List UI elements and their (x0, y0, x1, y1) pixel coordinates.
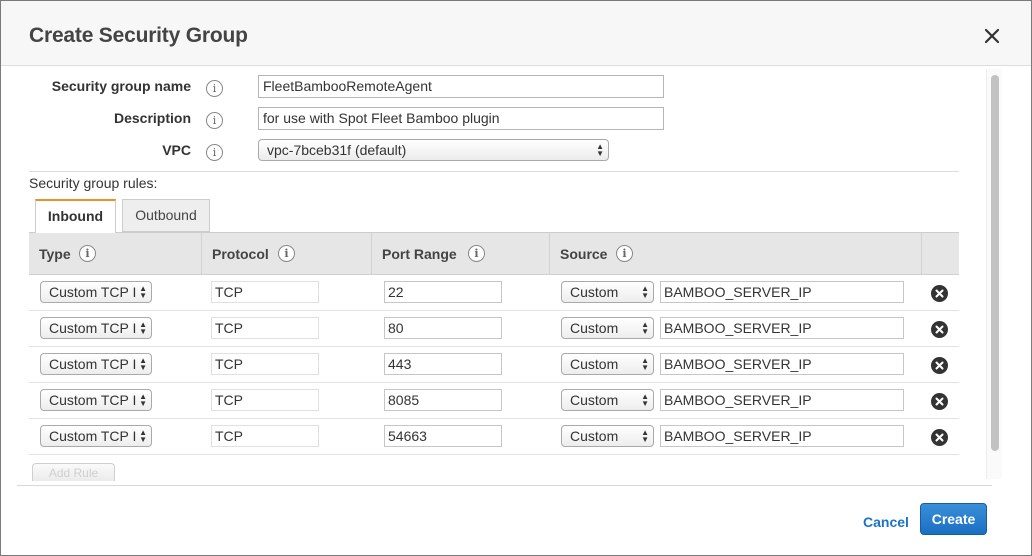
rule-source-type-value: Custom (570, 428, 619, 444)
remove-rule-icon[interactable] (931, 429, 948, 446)
add-rule-button[interactable]: Add Rule (32, 463, 115, 481)
dialog-title: Create Security Group (29, 24, 248, 47)
rule-source-input[interactable]: BAMBOO_SERVER_IP (660, 317, 904, 339)
remove-rule-icon[interactable] (931, 393, 948, 410)
rule-type-select[interactable]: Custom TCP I ▲ ▼ (40, 425, 152, 447)
info-icon[interactable]: i (468, 245, 485, 262)
create-button[interactable]: Create (920, 503, 987, 535)
table-row: Custom TCP I ▲ ▼ TCP 22 Custom ▲ ▼ BAMBOO_SERVER… (29, 275, 959, 311)
rule-source-select[interactable]: Custom ▲ ▼ (561, 389, 654, 411)
info-icon[interactable]: i (79, 245, 96, 262)
rule-type-value: Custom TCP I (49, 284, 137, 300)
rule-source-select[interactable]: Custom ▲ ▼ (561, 425, 654, 447)
footer-divider (17, 485, 992, 486)
vpc-label: VPC (162, 142, 191, 158)
select-arrows-icon: ▲ ▼ (139, 284, 147, 300)
remove-rule-icon[interactable] (931, 285, 948, 302)
rule-source-select[interactable]: Custom ▲ ▼ (561, 353, 654, 375)
rule-source-type-value: Custom (570, 320, 619, 336)
description-input[interactable]: for use with Spot Fleet Bamboo plugin (258, 107, 664, 130)
info-icon[interactable]: i (616, 245, 633, 262)
rule-type-value: Custom TCP I (49, 320, 137, 336)
column-header-type-label: Type (39, 246, 71, 262)
scrollbar[interactable] (986, 69, 1002, 479)
section-divider (29, 171, 959, 172)
rule-type-value: Custom TCP I (49, 392, 137, 408)
table-row: Custom TCP I ▲ ▼ TCP 54663 Custom ▲ ▼ BAMBOO_SER… (29, 419, 959, 455)
dialog-header: Create Security Group (1, 1, 1031, 66)
rule-protocol-field: TCP (211, 389, 319, 411)
rule-source-type-value: Custom (570, 392, 619, 408)
table-row: Custom TCP I ▲ ▼ TCP 443 Custom ▲ ▼ BAMBOO_SERVE… (29, 347, 959, 383)
rule-protocol-field: TCP (211, 425, 319, 447)
rule-type-select[interactable]: Custom TCP I ▲ ▼ (40, 317, 152, 339)
scrollbar-thumb[interactable] (991, 75, 999, 451)
security-group-name-label: Security group name (51, 78, 191, 94)
column-header-protocol: Protocol i (201, 233, 371, 275)
info-icon[interactable]: i (206, 144, 223, 161)
vpc-select-value: vpc-7bceb31f (default) (267, 142, 407, 158)
rules-table-header: Type i Protocol i Port Range i Source i (29, 232, 959, 275)
rule-port-range-input[interactable]: 22 (384, 281, 502, 303)
rule-type-value: Custom TCP I (49, 428, 137, 444)
select-arrows-icon: ▲ ▼ (596, 142, 604, 158)
rule-source-input[interactable]: BAMBOO_SERVER_IP (660, 353, 904, 375)
select-arrows-icon: ▲ ▼ (641, 428, 649, 444)
description-label: Description (113, 110, 191, 126)
rule-type-select[interactable]: Custom TCP I ▲ ▼ (40, 389, 152, 411)
column-header-source-label: Source (560, 246, 608, 262)
select-arrows-icon: ▲ ▼ (139, 320, 147, 336)
rule-source-input[interactable]: BAMBOO_SERVER_IP (660, 389, 904, 411)
table-row: Custom TCP I ▲ ▼ TCP 80 Custom ▲ ▼ BAMBOO_SERVER… (29, 311, 959, 347)
close-icon[interactable] (981, 25, 1003, 47)
security-group-name-input[interactable]: FleetBambooRemoteAgent (258, 75, 664, 98)
column-header-port-range: Port Range i (371, 233, 549, 275)
column-header-protocol-label: Protocol (212, 246, 269, 262)
remove-rule-icon[interactable] (931, 321, 948, 338)
rule-port-range-input[interactable]: 80 (384, 317, 502, 339)
security-group-rules-label: Security group rules: (29, 175, 158, 191)
rule-type-value: Custom TCP I (49, 356, 137, 372)
tab-inbound[interactable]: Inbound (35, 199, 116, 233)
rule-type-select[interactable]: Custom TCP I ▲ ▼ (40, 281, 152, 303)
cancel-button[interactable]: Cancel (863, 514, 909, 530)
vpc-select[interactable]: vpc-7bceb31f (default) ▲ ▼ (258, 139, 609, 161)
select-arrows-icon: ▲ ▼ (139, 392, 147, 408)
column-header-source: Source i (549, 233, 921, 275)
rule-port-range-input[interactable]: 8085 (384, 389, 502, 411)
table-row: Custom TCP I ▲ ▼ TCP 8085 Custom ▲ ▼ BAMBOO_SERV… (29, 383, 959, 419)
select-arrows-icon: ▲ ▼ (139, 428, 147, 444)
rule-type-select[interactable]: Custom TCP I ▲ ▼ (40, 353, 152, 375)
column-header-actions (921, 233, 959, 275)
rule-source-type-value: Custom (570, 356, 619, 372)
remove-rule-icon[interactable] (931, 357, 948, 374)
rule-protocol-field: TCP (211, 281, 319, 303)
rule-protocol-field: TCP (211, 353, 319, 375)
rule-source-input[interactable]: BAMBOO_SERVER_IP (660, 425, 904, 447)
rule-source-select[interactable]: Custom ▲ ▼ (561, 281, 654, 303)
column-header-type: Type i (29, 233, 201, 275)
rule-protocol-field: TCP (211, 317, 319, 339)
rule-source-select[interactable]: Custom ▲ ▼ (561, 317, 654, 339)
select-arrows-icon: ▲ ▼ (641, 392, 649, 408)
rule-port-range-input[interactable]: 443 (384, 353, 502, 375)
rule-port-range-input[interactable]: 54663 (384, 425, 502, 447)
rule-source-input[interactable]: BAMBOO_SERVER_IP (660, 281, 904, 303)
info-icon[interactable]: i (206, 112, 223, 129)
column-header-port-range-label: Port Range (382, 246, 457, 262)
tab-outbound[interactable]: Outbound (122, 199, 210, 232)
select-arrows-icon: ▲ ▼ (641, 320, 649, 336)
info-icon[interactable]: i (206, 80, 223, 97)
create-security-group-dialog: Create Security Group Security group nam… (0, 0, 1032, 556)
rule-source-type-value: Custom (570, 284, 619, 300)
select-arrows-icon: ▲ ▼ (641, 284, 649, 300)
select-arrows-icon: ▲ ▼ (139, 356, 147, 372)
select-arrows-icon: ▲ ▼ (641, 356, 649, 372)
info-icon[interactable]: i (278, 245, 295, 262)
